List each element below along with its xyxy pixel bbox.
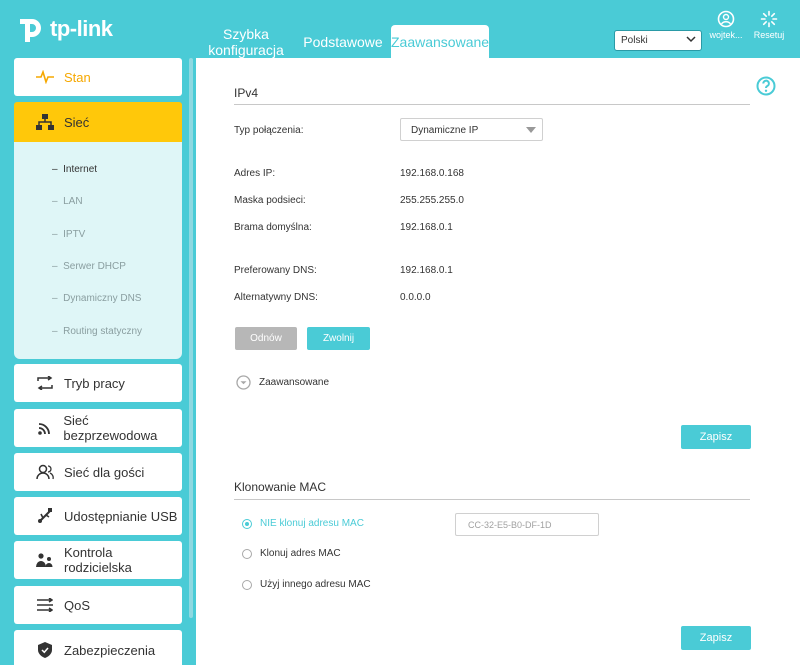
usb-icon — [36, 507, 54, 525]
radio-label: Klonuj adres MAC — [260, 548, 341, 559]
mac-address-placeholder: CC-32-E5-B0-DF-1D — [468, 520, 552, 530]
submenu-item-static-routing[interactable]: – Routing statyczny — [52, 326, 142, 337]
reset-icon — [760, 10, 778, 28]
chevron-down-circle-icon — [236, 375, 251, 390]
ip-value: 192.168.0.168 — [400, 168, 464, 179]
mac-address-field[interactable]: CC-32-E5-B0-DF-1D — [455, 513, 599, 536]
sidebar-item-operation-mode[interactable]: Tryb pracy — [14, 364, 182, 402]
qos-icon — [36, 596, 54, 614]
section-divider — [234, 499, 750, 500]
sidebar-item-label: Zabezpieczenia — [64, 642, 156, 658]
mac-clone-section-title: Klonowanie MAC — [234, 480, 327, 494]
conn-type-value: Dynamiczne IP — [411, 125, 479, 136]
tp-link-logo-icon — [20, 19, 41, 42]
secondary-dns-value: 0.0.0.0 — [400, 292, 431, 303]
network-submenu: – Internet – LAN – IPTV – Serwer DHCP – … — [14, 142, 182, 359]
sidebar-item-usb-sharing[interactable]: Udostępnianie USB — [14, 497, 182, 535]
release-button[interactable]: Zwolnij — [307, 327, 370, 350]
radio-unchecked-icon — [242, 579, 252, 590]
swap-icon — [36, 374, 54, 392]
save-button[interactable]: Zapisz — [681, 425, 751, 449]
submenu-item-dynamic-dns[interactable]: – Dynamiczny DNS — [52, 293, 141, 304]
sidebar-item-network[interactable]: Sieć — [14, 102, 182, 142]
sidebar-item-label: Sieć — [64, 114, 90, 130]
sidebar-item-guest-network[interactable]: Sieć dla gości — [14, 453, 182, 491]
sidebar-scrollbar[interactable] — [189, 58, 193, 618]
mask-value: 255.255.255.0 — [400, 195, 464, 206]
sidebar-item-label: Stan — [64, 69, 91, 85]
radio-custom-mac[interactable]: Użyj innego adresu MAC — [242, 579, 371, 590]
sidebar-item-wireless[interactable]: Sieć bezprzewodowa — [14, 409, 182, 447]
sidebar-item-label: Kontrola rodzicielska — [64, 545, 132, 575]
radio-label: NIE klonuj adresu MAC — [260, 518, 364, 529]
sidebar: Stan Sieć – Internet – LAN – IPTV – Serw… — [0, 58, 196, 665]
advanced-toggle-label: Zaawansowane — [259, 377, 330, 388]
sidebar-item-label: Sieć bezprzewodowa — [63, 413, 158, 443]
gateway-value: 192.168.0.1 — [400, 222, 453, 233]
radio-no-clone[interactable]: NIE klonuj adresu MAC — [242, 518, 364, 529]
tp-link-logo[interactable]: tp-link — [12, 12, 113, 46]
network-icon — [36, 113, 54, 131]
pulse-icon — [36, 68, 54, 86]
sidebar-item-parental-control[interactable]: Kontrola rodzicielska — [14, 541, 182, 579]
radio-checked-icon — [242, 518, 252, 529]
guest-user-icon — [36, 463, 54, 481]
sidebar-item-label: Sieć dla gości — [64, 464, 145, 480]
header: tp-link Szybka konfiguracja Podstawowe Z… — [0, 0, 800, 58]
tab-basic[interactable]: Podstawowe — [300, 34, 386, 50]
language-value: Polski — [621, 35, 648, 46]
radio-clone-mac[interactable]: Klonuj adres MAC — [242, 548, 341, 559]
user-icon — [717, 10, 735, 28]
conn-type-select[interactable]: Dynamiczne IP — [400, 118, 543, 141]
brand-name: tp-link — [50, 16, 113, 41]
main-panel: IPv4 Typ połączenia: Dynamiczne IP Adres… — [196, 58, 800, 665]
sidebar-item-label: Udostępnianie USB — [64, 508, 178, 524]
advanced-toggle[interactable]: Zaawansowane — [236, 375, 329, 390]
radio-unchecked-icon — [242, 548, 252, 559]
primary-dns-value: 192.168.0.1 — [400, 265, 453, 276]
language-select[interactable]: Polski — [614, 30, 702, 51]
sidebar-item-label: Tryb pracy — [64, 375, 125, 391]
sidebar-item-security[interactable]: Zabezpieczenia — [14, 630, 182, 665]
user-label: wojtek... — [709, 30, 743, 40]
submenu-item-dhcp-server[interactable]: – Serwer DHCP — [52, 261, 126, 272]
wifi-icon — [36, 419, 53, 437]
gateway-label: Brama domyślna: — [234, 222, 312, 233]
submenu-item-iptv[interactable]: – IPTV — [52, 229, 85, 240]
submenu-item-lan[interactable]: – LAN — [52, 196, 83, 207]
shield-icon — [36, 641, 54, 659]
radio-label: Użyj innego adresu MAC — [260, 579, 371, 590]
section-divider — [234, 104, 750, 105]
conn-type-label: Typ połączenia: — [234, 125, 304, 136]
tab-quick-setup[interactable]: Szybka konfiguracja — [204, 26, 288, 58]
user-button[interactable]: wojtek... — [708, 10, 744, 40]
sidebar-item-label: QoS — [64, 597, 91, 613]
sidebar-item-qos[interactable]: QoS — [14, 586, 182, 624]
reset-button[interactable]: Resetuj — [751, 10, 787, 40]
mask-label: Maska podsieci: — [234, 195, 306, 206]
sidebar-item-status[interactable]: Stan — [14, 58, 182, 96]
ip-label: Adres IP: — [234, 168, 276, 179]
reset-label: Resetuj — [753, 30, 785, 40]
renew-button[interactable]: Odnów — [235, 327, 297, 350]
primary-dns-label: Preferowany DNS: — [234, 265, 317, 276]
chevron-down-icon — [686, 36, 696, 43]
help-icon[interactable] — [756, 76, 776, 96]
ipv4-section-title: IPv4 — [234, 86, 259, 100]
submenu-item-internet[interactable]: – Internet — [52, 164, 97, 175]
secondary-dns-label: Alternatywny DNS: — [234, 292, 318, 303]
save-mac-button[interactable]: Zapisz — [681, 626, 751, 650]
dropdown-arrow-icon — [526, 127, 536, 133]
tab-advanced[interactable]: Zaawansowane — [391, 25, 489, 58]
family-icon — [36, 551, 54, 569]
